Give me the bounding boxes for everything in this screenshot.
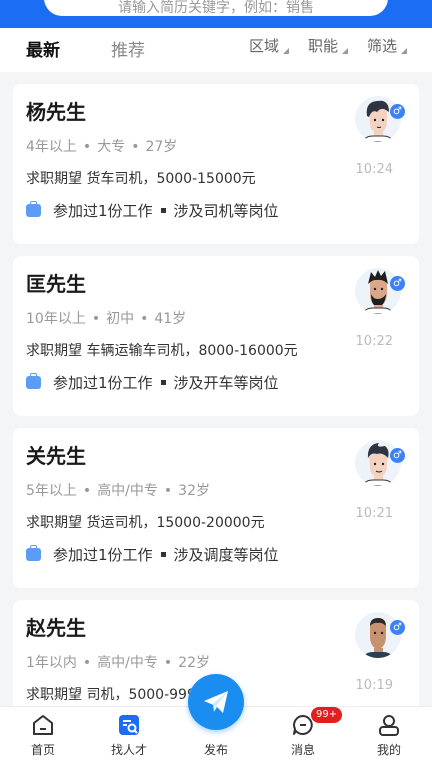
briefcase-icon — [26, 373, 41, 389]
avatar — [355, 612, 401, 658]
nav-messages-label: 消息 — [290, 743, 315, 757]
filter-function-label: 职能 — [308, 37, 339, 55]
candidate-card[interactable]: 关先生 5年以上 • 高中/中专 • 32岁 求职期望 货运司机，15000-20000… — [13, 428, 419, 588]
male-icon: ♂ — [390, 620, 405, 635]
search-placeholder: 请输入简历关键字，例如：销售 — [118, 0, 314, 16]
candidate-name: 匡先生 — [26, 272, 86, 296]
briefcase-icon — [26, 545, 41, 561]
male-icon: ♂ — [390, 104, 405, 119]
candidate-meta: 10年以上 • 初中 • 41岁 — [26, 311, 187, 327]
publish-button[interactable] — [188, 674, 244, 730]
home-icon — [33, 715, 53, 735]
candidate-meta: 4年以上 • 大专 • 27岁 — [26, 139, 178, 155]
avatar — [355, 96, 401, 142]
candidate-name: 关先生 — [26, 444, 86, 468]
update-time: 10:22 — [355, 334, 393, 349]
male-icon: ♂ — [390, 448, 405, 463]
search-input[interactable]: 请输入简历关键字，例如：销售 — [44, 0, 388, 16]
candidate-meta: 5年以上 • 高中/中专 • 32岁 — [26, 483, 210, 499]
filter-more-label: 筛选 — [367, 37, 398, 55]
avatar — [355, 440, 401, 486]
candidate-card[interactable]: 杨先生 4年以上 • 大专 • 27岁 求职期望 货车司机，5000-15000元 参加… — [13, 84, 419, 244]
filter-function[interactable]: 职能 — [308, 35, 349, 56]
tab-latest[interactable]: 最新 — [26, 36, 60, 61]
messages-badge: 99+ — [311, 707, 343, 723]
tab-bar: 最新 推荐 区域 职能 筛选 — [0, 28, 432, 72]
dropdown-triangle-icon — [342, 48, 349, 54]
candidate-name: 杨先生 — [26, 100, 86, 124]
male-icon: ♂ — [390, 276, 405, 291]
job-expectation: 求职期望 货运司机，15000-20000元 — [26, 515, 265, 531]
work-history: 参加过1份工作 涉及调度等岗位 — [26, 544, 279, 565]
work-history: 参加过1份工作 涉及司机等岗位 — [26, 200, 279, 221]
briefcase-icon — [26, 201, 41, 217]
job-expectation: 求职期望 货车司机，5000-15000元 — [26, 171, 256, 187]
candidate-name: 赵先生 — [26, 616, 86, 640]
candidate-meta: 1年以内 • 高中/中专 • 22岁 — [26, 655, 210, 671]
filter-more[interactable]: 筛选 — [367, 35, 408, 56]
nav-home-label: 首页 — [30, 743, 55, 757]
update-time: 10:21 — [355, 506, 393, 521]
avatar — [355, 268, 401, 314]
job-expectation: 求职期望 车辆运输车司机，8000-16000元 — [26, 343, 298, 359]
work-history: 参加过1份工作 涉及开车等岗位 — [26, 372, 279, 393]
update-time: 10:24 — [355, 162, 393, 177]
filter-area-label: 区域 — [249, 37, 280, 55]
nav-publish-label: 发布 — [203, 743, 228, 757]
filter-area[interactable]: 区域 — [249, 35, 290, 56]
paper-plane-icon — [204, 691, 228, 713]
nav-find-talent-label: 找人才 — [110, 743, 147, 757]
nav-mine-label: 我的 — [376, 743, 401, 757]
user-icon — [379, 715, 399, 736]
dropdown-triangle-icon — [401, 48, 408, 54]
dropdown-triangle-icon — [283, 48, 290, 54]
tab-recommend[interactable]: 推荐 — [111, 36, 145, 61]
find-talent-icon — [119, 715, 139, 735]
candidate-card[interactable]: 匡先生 10年以上 • 初中 • 41岁 求职期望 车辆运输车司机，8000-16000… — [13, 256, 419, 416]
update-time: 10:19 — [355, 678, 393, 693]
